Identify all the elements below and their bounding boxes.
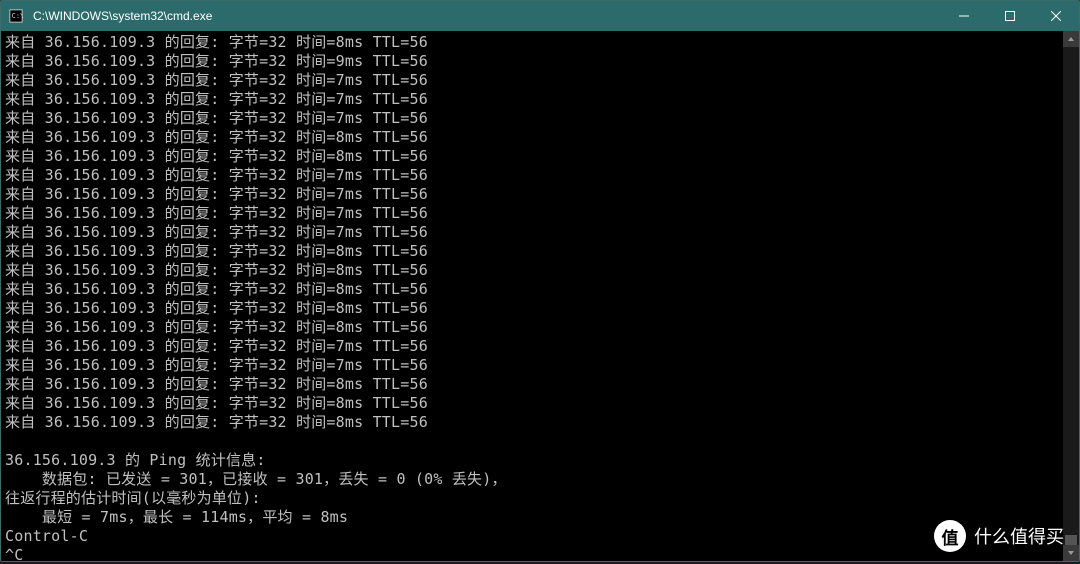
- scroll-down-arrow[interactable]: [1063, 545, 1079, 561]
- terminal-output[interactable]: 来自 36.156.109.3 的回复: 字节=32 时间=8ms TTL=56…: [1, 31, 1063, 561]
- window-controls: [941, 1, 1079, 31]
- close-button[interactable]: [1033, 1, 1079, 31]
- minimize-button[interactable]: [941, 1, 987, 31]
- terminal-body: 来自 36.156.109.3 的回复: 字节=32 时间=8ms TTL=56…: [1, 31, 1079, 561]
- svg-text:C:\: C:\: [12, 12, 23, 20]
- titlebar[interactable]: C:\ C:\WINDOWS\system32\cmd.exe: [1, 1, 1079, 31]
- maximize-button[interactable]: [987, 1, 1033, 31]
- scrollbar[interactable]: [1063, 31, 1079, 561]
- scroll-up-arrow[interactable]: [1063, 31, 1079, 47]
- window-title: C:\WINDOWS\system32\cmd.exe: [31, 9, 941, 23]
- cmd-window: C:\ C:\WINDOWS\system32\cmd.exe 来自 36.15…: [0, 0, 1080, 562]
- cmd-icon: C:\: [1, 1, 31, 31]
